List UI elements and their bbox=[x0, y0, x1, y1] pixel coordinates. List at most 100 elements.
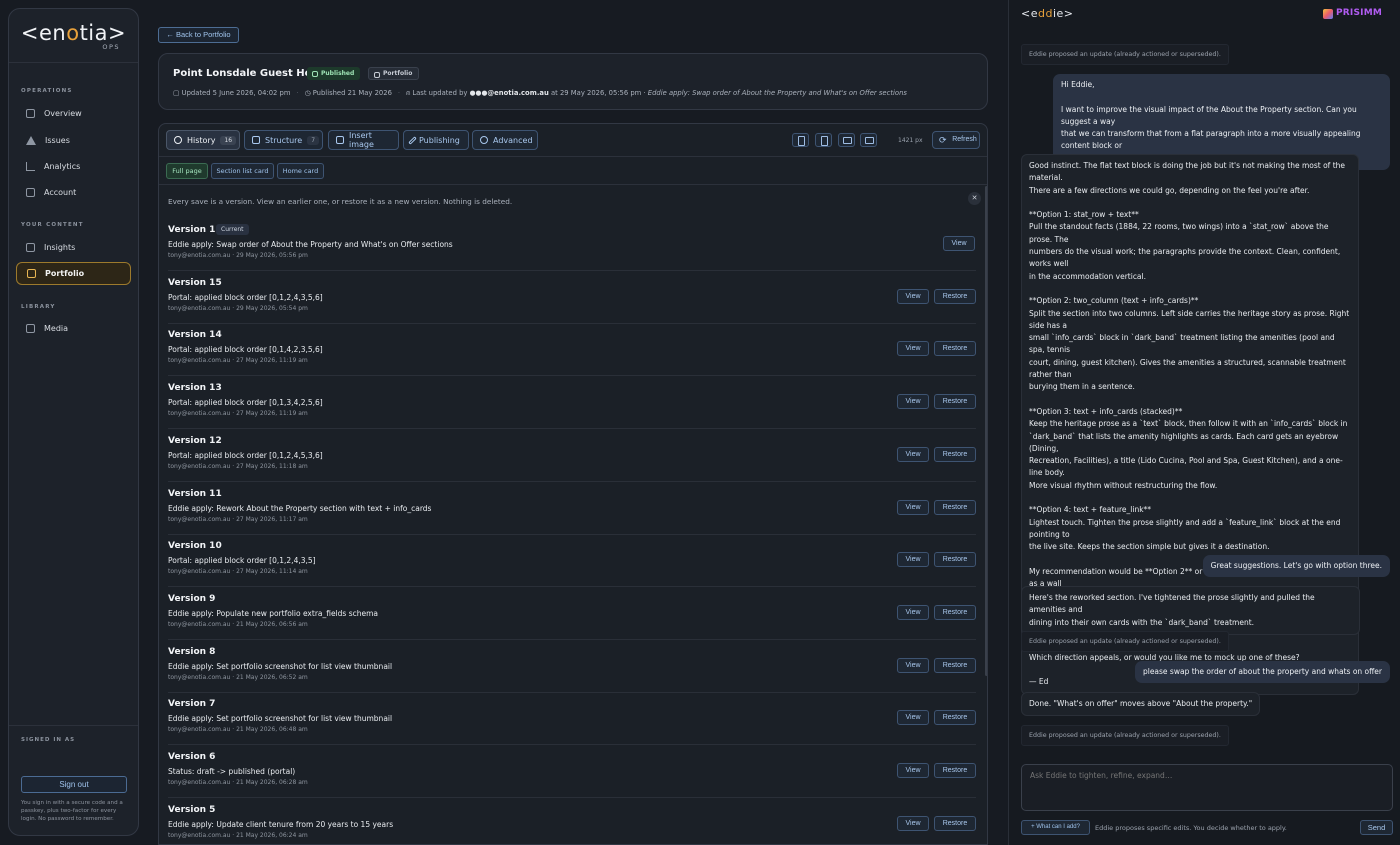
message-line: Recreation, Facilities), a title (Lido C… bbox=[1029, 456, 1343, 478]
expand-icon[interactable] bbox=[860, 133, 877, 147]
tab-label: History bbox=[187, 135, 216, 145]
section-label-operations: OPERATIONS bbox=[21, 88, 73, 94]
message-line: court, dining, guest kitchen). Gives the… bbox=[1029, 357, 1349, 380]
view-version-button[interactable]: View bbox=[897, 815, 929, 831]
tab-label: Publishing bbox=[419, 135, 460, 145]
restore-version-button[interactable]: Restore bbox=[934, 604, 976, 620]
restore-version-button[interactable]: Restore bbox=[934, 710, 976, 726]
subtab-full-page[interactable]: Full page bbox=[166, 163, 208, 179]
desktop-preview-button[interactable] bbox=[838, 133, 855, 147]
restore-version-button[interactable]: Restore bbox=[934, 815, 976, 831]
message-line: Pull the standout facts (1884, 22 rooms,… bbox=[1029, 222, 1331, 244]
version-title: Version 11 bbox=[168, 488, 222, 499]
calendar-icon: ▢ bbox=[173, 89, 182, 97]
back-to-portfolio-button[interactable]: ← Back to Portfolio bbox=[158, 27, 239, 43]
tab-insert-image[interactable]: Insert image bbox=[328, 130, 399, 150]
version-meta: tony@enotia.com.au · 21 May 2026, 06:56 … bbox=[168, 620, 308, 628]
sidebar-item-label: Media bbox=[44, 324, 69, 333]
chat-input[interactable] bbox=[1021, 764, 1393, 811]
message-line: burying them in a sentence. bbox=[1029, 382, 1135, 392]
version-meta: tony@enotia.com.au · 29 May 2026, 05:54 … bbox=[168, 304, 308, 312]
message-line: Hi Eddie, bbox=[1061, 80, 1095, 89]
tab-advanced[interactable]: Advanced bbox=[472, 130, 538, 150]
tab-publishing[interactable]: Publishing bbox=[403, 130, 469, 150]
subtab-section-list-card[interactable]: Section list card bbox=[211, 163, 274, 179]
restore-version-button[interactable]: Restore bbox=[934, 394, 976, 410]
sidebar-item-portfolio[interactable]: Portfolio bbox=[16, 262, 131, 285]
message-text: Done. "What's on offer" moves above "Abo… bbox=[1029, 699, 1253, 708]
proposal-note: Eddie proposed an update (already action… bbox=[1021, 631, 1229, 652]
view-version-button[interactable]: View bbox=[897, 657, 929, 673]
brand-text: PRISIMM bbox=[1336, 8, 1383, 18]
restore-version-button[interactable]: Restore bbox=[934, 341, 976, 357]
restore-version-button[interactable]: Restore bbox=[934, 657, 976, 673]
message-line: I want to improve the visual impact of t… bbox=[1061, 104, 1360, 126]
page-meta: ▢ Updated 5 June 2026, 04:02 pm · ◷ Publis… bbox=[173, 89, 907, 97]
version-meta: tony@enotia.com.au · 27 May 2026, 11:19 … bbox=[168, 357, 308, 365]
assistant-message: Here's the reworked section. I've tighte… bbox=[1021, 586, 1360, 635]
scrollbar[interactable] bbox=[985, 186, 987, 676]
restore-version-button[interactable]: Restore bbox=[934, 288, 976, 304]
sidebar-item-analytics[interactable]: Analytics bbox=[16, 155, 131, 178]
section-label-your-content: YOUR CONTENT bbox=[21, 222, 84, 228]
version-meta: tony@enotia.com.au · 27 May 2026, 11:14 … bbox=[168, 568, 308, 576]
message-text: please swap the order of about the prope… bbox=[1142, 667, 1382, 676]
sidebar-item-label: Account bbox=[44, 188, 77, 197]
sign-out-button[interactable]: Sign out bbox=[21, 776, 127, 793]
view-version-button[interactable]: View bbox=[897, 763, 929, 778]
close-icon[interactable]: ✕ bbox=[968, 192, 981, 205]
version-description: Eddie apply: Populate new portfolio extr… bbox=[168, 608, 379, 618]
version-meta: tony@enotia.com.au · 21 May 2026, 06:24 … bbox=[168, 831, 308, 839]
preview-subtabs: Full page Section list card Home card bbox=[159, 157, 987, 185]
document-icon bbox=[27, 269, 36, 278]
signed-in-label: SIGNED IN AS bbox=[21, 737, 76, 743]
restore-version-button[interactable]: Restore bbox=[934, 446, 976, 462]
view-version-button[interactable]: View bbox=[897, 552, 929, 568]
enotia-logo[interactable]: <enotia> OPS bbox=[9, 9, 138, 63]
version-description: Portal: applied block order [0,1,2,4,5,3… bbox=[168, 450, 323, 460]
view-version-button[interactable]: View bbox=[897, 288, 929, 304]
tab-label: Structure bbox=[265, 135, 303, 145]
message-line: Good instinct. The flat text block is do… bbox=[1029, 161, 1348, 183]
tab-structure[interactable]: Structure 7 bbox=[244, 130, 323, 150]
view-version-button[interactable]: View bbox=[943, 236, 975, 251]
chat-hint: Eddie proposes specific edits. You decid… bbox=[1095, 824, 1287, 832]
restore-version-button[interactable]: Restore bbox=[934, 552, 976, 568]
version-title: Version 9 bbox=[168, 593, 216, 604]
chat-header: <eddie> PRISIMM bbox=[1009, 0, 1400, 28]
tablet-preview-button[interactable] bbox=[815, 133, 832, 147]
send-button[interactable]: Send bbox=[1360, 820, 1393, 835]
restore-version-button[interactable]: Restore bbox=[934, 499, 976, 515]
tab-history[interactable]: History 16 bbox=[166, 130, 240, 150]
refresh-button[interactable]: Refresh bbox=[932, 131, 980, 149]
sidebar-item-insights[interactable]: Insights bbox=[16, 236, 131, 259]
view-version-button[interactable]: View bbox=[897, 341, 929, 357]
eddie-logo-text: <e bbox=[1021, 7, 1038, 20]
version-meta: tony@enotia.com.au · 29 May 2026, 05:56 … bbox=[168, 252, 308, 259]
message-line: Split the section into two columns. Left… bbox=[1029, 308, 1352, 330]
restore-version-button[interactable]: Restore bbox=[934, 763, 976, 778]
view-version-button[interactable]: View bbox=[897, 499, 929, 515]
view-version-button[interactable]: View bbox=[897, 710, 929, 726]
tab-label: Insert image bbox=[349, 131, 374, 149]
editor-toolbar: History 16 Structure 7 Insert image Publis… bbox=[159, 124, 987, 157]
sidebar-item-account[interactable]: Account bbox=[16, 181, 131, 204]
view-version-button[interactable]: View bbox=[897, 394, 929, 410]
proposal-note: Eddie proposed an update (already action… bbox=[1021, 44, 1229, 65]
logo-text-end: tia> bbox=[79, 21, 127, 45]
logo-text: <en bbox=[20, 21, 67, 45]
subtab-home-card[interactable]: Home card bbox=[277, 163, 324, 179]
updated-date: Updated 5 June 2026, 04:02 pm bbox=[181, 89, 291, 97]
sidebar-item-overview[interactable]: Overview bbox=[16, 102, 131, 125]
eddie-chat-panel: <eddie> PRISIMM Eddie proposed an update… bbox=[1008, 0, 1400, 845]
sidebar-item-label: Overview bbox=[44, 109, 82, 118]
what-can-i-add-button[interactable]: + What can I add? bbox=[1021, 820, 1090, 835]
sidebar-item-label: Portfolio bbox=[45, 269, 85, 278]
view-version-button[interactable]: View bbox=[897, 446, 929, 462]
sidebar-item-issues[interactable]: Issues bbox=[16, 129, 131, 152]
version-meta: tony@enotia.com.au · 21 May 2026, 06:52 … bbox=[168, 673, 308, 681]
structure-count: 7 bbox=[307, 135, 320, 145]
sidebar-item-media[interactable]: Media bbox=[16, 317, 131, 340]
mobile-preview-button[interactable] bbox=[792, 133, 809, 147]
view-version-button[interactable]: View bbox=[897, 604, 929, 620]
